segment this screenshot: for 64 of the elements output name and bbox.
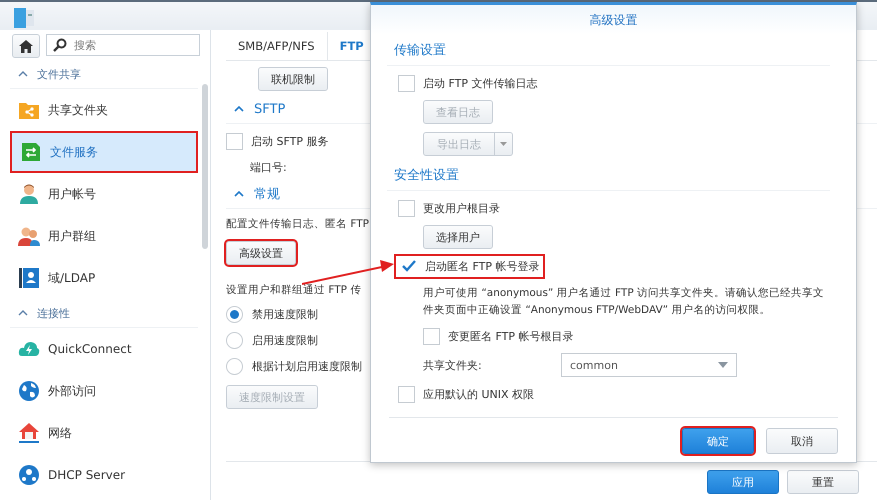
checkbox-label: 启动 FTP 文件传输日志 <box>423 76 538 90</box>
section-title: 传输设置 <box>387 35 830 66</box>
group-header[interactable]: 文件共享 <box>10 60 198 89</box>
radio-button[interactable] <box>226 358 243 374</box>
checkbox-label: 启动匿名 FTP 帐号登录 <box>425 258 540 274</box>
file-transfer-icon <box>20 141 42 163</box>
home-icon <box>19 40 33 52</box>
sidebar-item[interactable]: DHCP Server <box>10 454 198 496</box>
sidebar-item[interactable]: QuickConnect <box>10 328 198 370</box>
scrollbar[interactable] <box>202 84 208 249</box>
caret-icon <box>500 142 507 146</box>
shared-folder-select[interactable]: common <box>561 353 737 377</box>
advanced-settings-button[interactable]: 高级设置 <box>226 241 296 265</box>
home-button[interactable] <box>12 34 40 58</box>
users-icon <box>18 225 40 247</box>
sidebar-item[interactable]: 文件服务 <box>10 131 198 173</box>
chevron-icon <box>18 310 28 316</box>
sidebar-item[interactable]: 用户帐号 <box>10 173 198 215</box>
radio-button[interactable] <box>226 332 243 348</box>
checkbox-label: 应用默认的 UNIX 权限 <box>423 386 534 402</box>
dropdown-button[interactable] <box>495 132 513 156</box>
user-icon <box>18 183 40 205</box>
tab[interactable]: SMB/AFP/NFS <box>226 32 328 60</box>
search-field[interactable]: 搜索 <box>46 34 200 56</box>
checkbox-label: 变更匿名 FTP 帐号根目录 <box>448 328 574 344</box>
radio-button[interactable] <box>226 306 243 322</box>
chevron-icon[interactable] <box>234 106 244 112</box>
checkbox[interactable] <box>398 386 415 402</box>
house-icon <box>18 422 40 444</box>
sidebar-item[interactable]: 域/LDAP <box>10 257 198 299</box>
section-title: SFTP <box>254 102 286 116</box>
checkbox[interactable] <box>226 132 243 150</box>
chevron-icon <box>18 71 28 77</box>
sidebar-item[interactable]: 外部访问 <box>10 370 198 412</box>
dialog-title: 高级设置 <box>590 12 638 28</box>
connection-limit-button[interactable]: 联机限制 <box>258 67 328 91</box>
sidebar-item[interactable]: 网络 <box>10 412 198 454</box>
group-header[interactable]: 连接性 <box>10 299 198 328</box>
note-text: 用户可使用 “anonymous” 用户名通过 FTP 访问共享文件夹。请确认您已经共享文件夹页面中正确设置 “Anonymous FTP/WebDAV” 用户名的访问权限。 <box>422 286 825 318</box>
id-card-icon <box>18 267 40 289</box>
globe-icon <box>18 380 40 402</box>
checkbox[interactable] <box>423 328 440 344</box>
section-title: 安全性设置 <box>387 160 830 191</box>
checkbox-label: 更改用户根目录 <box>423 200 500 216</box>
reset-button[interactable]: 重置 <box>787 470 859 494</box>
radio-label: 根据计划启用速度限制 <box>252 358 362 374</box>
sidebar-item[interactable]: 用户群组 <box>10 215 198 257</box>
checkbox[interactable] <box>398 200 415 216</box>
port-label: 端口号: <box>250 160 287 174</box>
network-icon <box>18 464 40 486</box>
caret-icon <box>718 362 728 368</box>
checkbox-label: 启动 SFTP 服务 <box>251 134 328 148</box>
description-text: 设置用户和群组通过 FTP 传 <box>226 283 362 298</box>
radio-label: 禁用速度限制 <box>252 306 318 322</box>
section-title: 常规 <box>254 186 280 203</box>
checkbox[interactable] <box>398 74 415 92</box>
select-user-button[interactable]: 选择用户 <box>423 225 493 249</box>
chevron-icon[interactable] <box>234 191 244 197</box>
radio-label: 启用速度限制 <box>252 332 318 348</box>
sidebar-item[interactable]: 共享文件夹 <box>10 89 198 131</box>
description-text: 配置文件传输日志、匿名 FTP <box>226 217 369 232</box>
app-icon <box>14 8 34 28</box>
field-label: 共享文件夹: <box>423 358 483 372</box>
cancel-button[interactable]: 取消 <box>766 428 838 454</box>
